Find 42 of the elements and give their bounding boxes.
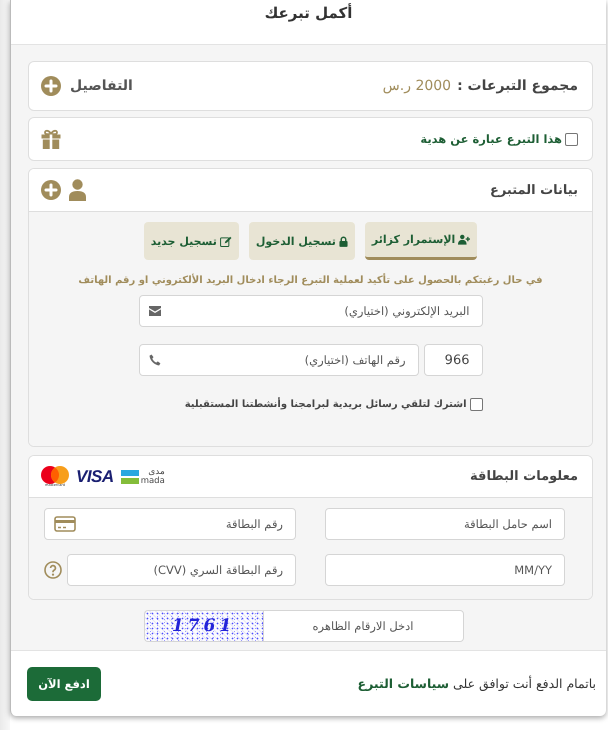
lock-icon [338, 236, 348, 246]
gift-label[interactable]: هذا التبرع عبارة عن هدية [420, 132, 562, 146]
captcha-input[interactable]: ادخل الارقام الظاهره [262, 610, 464, 642]
pay-button[interactable]: ادفع الآن [27, 666, 101, 700]
credit-card-icon [54, 516, 76, 532]
tab[interactable]: تسجيل جديد [144, 222, 239, 260]
checkbox[interactable] [470, 398, 482, 411]
gift-icon [41, 129, 61, 149]
plus-circle-icon[interactable] [41, 76, 61, 96]
user-plus-icon [458, 234, 470, 245]
visa-logo: VISA [76, 466, 114, 486]
total-amount: 2000 ر.س [382, 78, 452, 94]
phone-icon [148, 354, 160, 366]
envelope-icon [148, 305, 160, 317]
input-field[interactable]: اسم حامل البطاقة [325, 508, 565, 540]
overlapping-circles-icon [41, 466, 69, 484]
phone-field[interactable]: رقم الهاتف (اختياري) [138, 344, 418, 376]
country-code-field[interactable]: 966 [424, 344, 482, 376]
checkbox[interactable] [565, 132, 578, 146]
captcha-code: 1761 [172, 616, 236, 636]
details-link[interactable]: التفاصيل [70, 78, 133, 94]
email-field[interactable]: البريد الإلكتروني (اختياري) [138, 295, 482, 327]
user-icon [69, 179, 86, 201]
total-label: مجموع التبرعات : [457, 78, 578, 94]
input-field[interactable]: MM/YY [325, 554, 565, 586]
input-field[interactable]: رقم البطاقة السري (CVV) [67, 554, 296, 586]
input-field[interactable]: رقم البطاقة [44, 508, 296, 540]
color-bars-icon [120, 470, 139, 484]
card-title: معلومات البطاقة [470, 469, 578, 484]
logo-arabic-text: مدى [148, 468, 165, 477]
tab[interactable]: تسجيل الدخول [248, 222, 355, 260]
help-icon[interactable] [44, 561, 62, 579]
tab[interactable]: الإستمرار كزائر [364, 222, 478, 260]
policy-link[interactable]: سياسات التبرع [358, 676, 450, 691]
logo-text: mada [140, 476, 165, 486]
notice-text: في حال رغبتكم بالحصول على تأكيد لعملية التبرع الرجاء ادخال البريد الألكتروني او رقم الهاتف [78, 275, 543, 286]
card-title: بيانات المتبرع [490, 182, 578, 198]
plus-circle-icon[interactable] [41, 180, 61, 200]
terms-text: باتمام الدفع أنت توافق على سياسات التبرع [358, 676, 596, 691]
edit-icon [220, 236, 232, 246]
window-title: أكمل تبرعك [264, 4, 352, 22]
newsletter-label[interactable]: اشترك لتلقي رسائل بريدية لبرامجنا وأنشطتنا المستقبلية [184, 399, 466, 410]
